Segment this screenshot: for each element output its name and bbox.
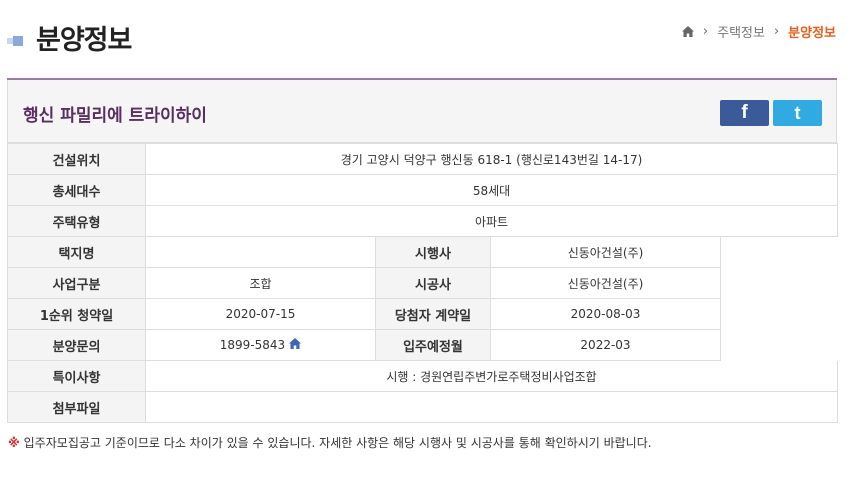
remarks-label: 특이사항	[7, 360, 146, 392]
empty-cell	[719, 329, 839, 361]
business-type-label: 사업구분	[7, 267, 146, 299]
empty-cell	[719, 267, 839, 299]
table-row: 총세대수 58세대	[7, 174, 839, 206]
housing-type-value: 아파트	[144, 205, 839, 237]
winner-contract-value: 2020-08-03	[490, 298, 721, 330]
builder-label: 시공사	[375, 267, 491, 299]
site-name-value	[145, 236, 376, 268]
breadcrumb-item-section[interactable]: 주택정보	[717, 22, 765, 41]
location-label: 건설위치	[7, 143, 146, 175]
developer-label: 시행사	[375, 236, 491, 268]
homepage-link-icon[interactable]	[289, 338, 302, 352]
winner-contract-label: 당첨자 계약일	[375, 298, 491, 330]
table-row: 1순위 청약일 2020-07-15 당첨자 계약일 2020-08-03	[7, 298, 839, 330]
page-title: 분양정보	[36, 25, 132, 56]
remarks-value: 시행 : 경원연립주변가로주택정비사업조합	[144, 360, 839, 392]
breadcrumb: › 주택정보 › 분양정보	[681, 22, 836, 41]
detail-header: 행신 파밀리에 트라이하이 f t	[7, 80, 837, 143]
table-row: 사업구분 조합 시공사 신동아건설(주)	[7, 267, 839, 299]
developer-value: 신동아건설(주)	[490, 236, 721, 268]
detail-table: 건설위치 경기 고양시 덕양구 행신동 618-1 (행신로143번길 14-1…	[7, 143, 839, 423]
first-subscription-label: 1순위 청약일	[7, 298, 146, 330]
twitter-icon: t	[794, 102, 801, 123]
households-label: 총세대수	[7, 174, 146, 206]
housing-type-label: 주택유형	[7, 205, 146, 237]
move-in-label: 입주예정월	[375, 329, 491, 361]
inquiry-cell: 1899-5843	[145, 329, 376, 361]
housing-detail-panel: 행신 파밀리에 트라이하이 f t 건설위치 경기 고양시 덕양구 행신동 61…	[7, 78, 839, 423]
site-name-label: 택지명	[7, 236, 146, 268]
attachments-value	[144, 391, 839, 423]
page-header: 분양정보 › 주택정보 › 분양정보	[0, 0, 861, 66]
inquiry-phone: 1899-5843	[219, 337, 286, 352]
move-in-value: 2022-03	[490, 329, 721, 361]
inquiry-label: 분양문의	[7, 329, 146, 361]
empty-cell	[719, 236, 839, 268]
notice-text: 입주자모집공고 기준이므로 다소 차이가 있을 수 있습니다. 자세한 사항은 …	[23, 436, 652, 450]
breadcrumb-item-current: 분양정보	[788, 26, 836, 41]
first-subscription-value: 2020-07-15	[145, 298, 376, 330]
location-value: 경기 고양시 덕양구 행신동 618-1 (행신로143번길 14-17)	[144, 143, 839, 175]
chevron-right-icon: ›	[773, 24, 780, 39]
attachments-label: 첨부파일	[7, 391, 146, 423]
builder-value: 신동아건설(주)	[490, 267, 721, 299]
table-row: 주택유형 아파트	[7, 205, 839, 237]
twitter-share-button[interactable]: t	[773, 100, 822, 126]
table-row: 분양문의 1899-5843 입주예정월 2022-03	[7, 329, 839, 361]
table-row: 특이사항 시행 : 경원연립주변가로주택정비사업조합	[7, 360, 839, 392]
business-type-value: 조합	[145, 267, 376, 299]
facebook-share-button[interactable]: f	[720, 100, 769, 126]
complex-name: 행신 파밀리에 트라이하이	[23, 106, 207, 126]
notice-mark-icon: ※	[8, 436, 20, 450]
notice: ※ 입주자모집공고 기준이므로 다소 차이가 있을 수 있습니다. 자세한 사항은…	[8, 434, 652, 451]
table-row: 첨부파일	[7, 391, 839, 423]
households-value: 58세대	[144, 174, 839, 206]
chevron-right-icon: ›	[702, 24, 709, 39]
empty-cell	[719, 298, 839, 330]
table-row: 택지명 시행사 신동아건설(주)	[7, 236, 839, 268]
home-icon[interactable]	[681, 26, 694, 37]
facebook-icon: f	[741, 102, 748, 123]
table-row: 건설위치 경기 고양시 덕양구 행신동 618-1 (행신로143번길 14-1…	[7, 143, 839, 175]
title-decoration-icon	[7, 36, 25, 46]
